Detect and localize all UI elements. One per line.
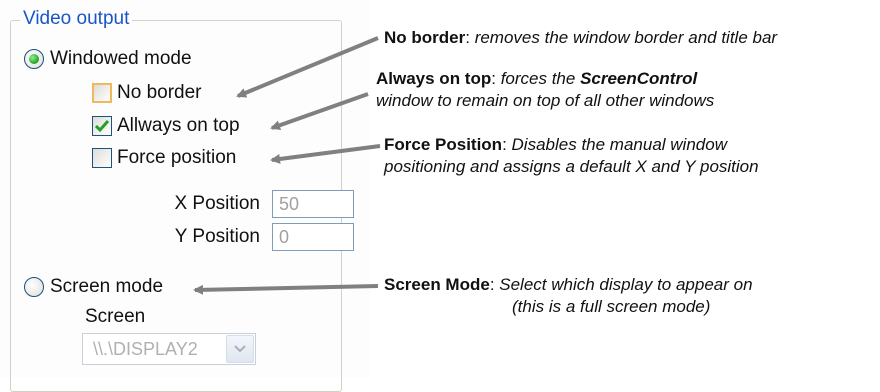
force-position-note-term: Force Position [384, 135, 503, 154]
screen-mode-arrow [193, 284, 379, 295]
force-position-note-desc1: Disables the manual window [511, 135, 727, 154]
always-on-top-note: Always on top: forces the ScreenControl … [376, 69, 715, 110]
force-position-note-desc2: positioning and assigns a default X and … [384, 157, 759, 176]
screen-mode-note-desc2: (this is a full screen mode) [512, 297, 711, 316]
always-on-top-note-desc2: window to remain on top of all other win… [376, 91, 715, 110]
always-on-top-note-desc1: forces the [500, 69, 581, 88]
screen-mode-note: Screen Mode: Select which display to app… [384, 275, 753, 316]
screen-mode-note-desc1: Select which display to appear on [499, 275, 753, 294]
no-border-arrow [236, 36, 379, 98]
always-on-top-note-emph: ScreenControl [580, 69, 698, 88]
screen-mode-note-term: Screen Mode [384, 275, 490, 294]
no-border-note: No border: removes the window border and… [384, 28, 778, 47]
force-position-arrow [270, 144, 381, 164]
no-border-note-desc: removes the window border and title bar [474, 28, 778, 47]
always-on-top-arrow [270, 92, 369, 131]
force-position-note: Force Position: Disables the manual wind… [384, 135, 759, 176]
always-on-top-note-term: Always on top [376, 69, 492, 88]
annotation-arrows [193, 36, 381, 295]
no-border-note-term: No border [384, 28, 466, 47]
